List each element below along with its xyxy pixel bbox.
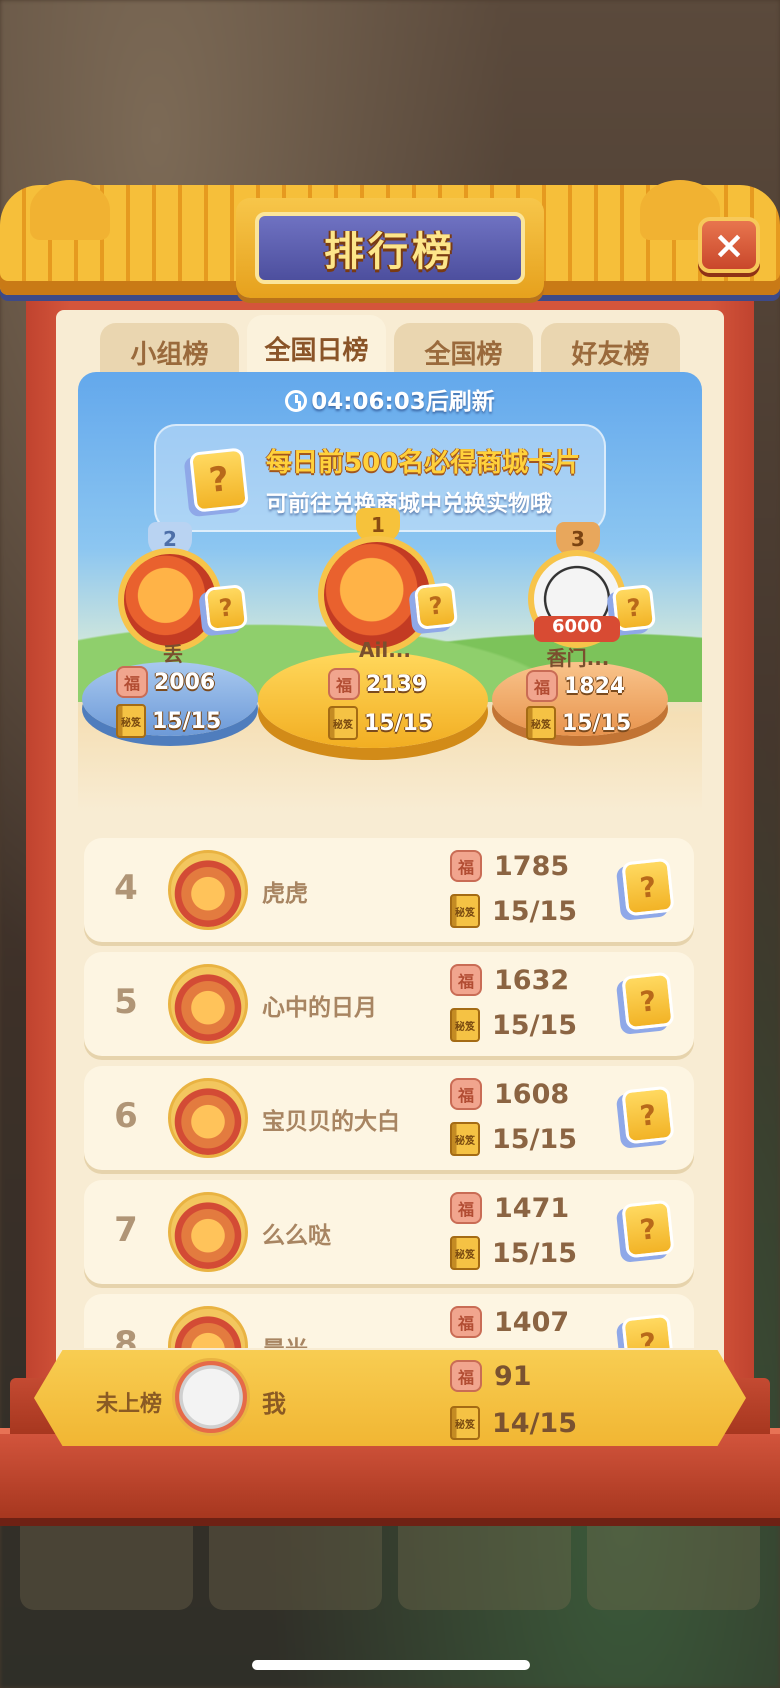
fu-score-icon: 福 bbox=[450, 1360, 482, 1392]
rank-number: 7 bbox=[114, 1210, 138, 1250]
score: 福 1632 bbox=[450, 964, 569, 996]
podium-card-icon-1: ? bbox=[413, 582, 459, 630]
podium-progress-3: 秘笈 15/15 bbox=[526, 706, 631, 740]
score: 福 1608 bbox=[450, 1078, 569, 1110]
mystery-card-icon[interactable]: ? bbox=[621, 1199, 675, 1259]
rank-number: 8 bbox=[114, 1324, 138, 1348]
mystery-card-icon: ? bbox=[189, 447, 249, 513]
book-icon: 秘笈 bbox=[450, 1008, 480, 1042]
list-item[interactable]: 7 么么哒 福 1471 秘笈 15/15 ? bbox=[84, 1180, 694, 1284]
promo-headline: 每日前500名必得商城卡片 bbox=[266, 448, 581, 478]
avatar[interactable] bbox=[168, 1078, 248, 1158]
progress: 秘笈 15/15 bbox=[450, 1236, 577, 1270]
my-score: 福 91 bbox=[450, 1360, 532, 1392]
fu-score-icon: 福 bbox=[450, 1306, 482, 1338]
podium-name-1: Ail... bbox=[359, 638, 411, 662]
avatar[interactable] bbox=[168, 850, 248, 930]
refresh-timer: 04:06:03后刷新 bbox=[78, 382, 702, 416]
podium-score-2: 福 2006 bbox=[116, 666, 215, 698]
book-icon: 秘笈 bbox=[526, 706, 556, 740]
my-rank-status: 未上榜 bbox=[96, 1392, 163, 1417]
mystery-card-icon[interactable]: ? bbox=[621, 1313, 675, 1348]
mystery-card-icon[interactable]: ? bbox=[621, 1085, 675, 1145]
player-name: 宝贝贝的大白 bbox=[262, 1109, 400, 1135]
home-indicator[interactable] bbox=[252, 1660, 530, 1670]
avatar[interactable] bbox=[168, 964, 248, 1044]
podium-score-3: 福 1824 bbox=[526, 670, 625, 702]
close-button[interactable]: × bbox=[698, 217, 760, 273]
title-plaque: 排行榜 bbox=[236, 198, 544, 298]
promo-subline: 可前往兑换商城中兑换实物哦 bbox=[266, 492, 553, 517]
fu-score-icon: 福 bbox=[328, 668, 360, 700]
fu-score-icon: 福 bbox=[450, 1192, 482, 1224]
rank-number: 4 bbox=[114, 868, 138, 908]
player-name: 虎虎 bbox=[262, 881, 308, 907]
podium-score-1: 福 2139 bbox=[328, 668, 427, 700]
my-avatar[interactable] bbox=[172, 1358, 250, 1436]
book-icon: 秘笈 bbox=[116, 704, 146, 738]
avatar[interactable] bbox=[168, 1306, 248, 1348]
book-icon: 秘笈 bbox=[328, 706, 358, 740]
tab-bar: 小组榜 全国日榜 全国榜 好友榜 bbox=[100, 315, 680, 381]
background-tiles bbox=[0, 1510, 780, 1610]
book-icon: 秘笈 bbox=[450, 894, 480, 928]
my-progress: 秘笈 14/15 bbox=[450, 1406, 577, 1440]
podium-progress-1: 秘笈 15/15 bbox=[328, 706, 433, 740]
mystery-card-icon[interactable]: ? bbox=[621, 857, 675, 917]
list-item[interactable]: 5 心中的日月 福 1632 秘笈 15/15 ? bbox=[84, 952, 694, 1056]
page-title: 排行榜 bbox=[255, 212, 525, 284]
fu-score-icon: 福 bbox=[526, 670, 558, 702]
podium-card-icon-2: ? bbox=[203, 584, 249, 632]
player-name: 么么哒 bbox=[262, 1223, 331, 1249]
book-icon: 秘笈 bbox=[450, 1406, 480, 1440]
list-item[interactable]: 6 宝贝贝的大白 福 1608 秘笈 15/15 ? bbox=[84, 1066, 694, 1170]
my-name: 我 bbox=[262, 1390, 286, 1418]
roof-ornament-left bbox=[30, 180, 110, 240]
podium-badge-3: 6000 bbox=[534, 616, 620, 642]
player-name: 晨光 bbox=[262, 1330, 308, 1348]
player-name: 心中的日月 bbox=[262, 995, 377, 1021]
book-icon: 秘笈 bbox=[450, 1236, 480, 1270]
close-icon: × bbox=[713, 223, 745, 267]
list-item[interactable]: 4 虎虎 福 1785 秘笈 15/15 ? bbox=[84, 838, 694, 942]
list-item[interactable]: 8 晨光 福1407 ? bbox=[84, 1294, 694, 1348]
fu-score-icon: 福 bbox=[450, 964, 482, 996]
progress: 秘笈 15/15 bbox=[450, 1122, 577, 1156]
clock-icon bbox=[285, 390, 308, 412]
podium-panel: 04:06:03后刷新 ? 每日前500名必得商城卡片 可前往兑换商城中兑换实物… bbox=[78, 372, 702, 812]
rank-number: 5 bbox=[114, 982, 138, 1022]
score: 福 1407 bbox=[450, 1306, 569, 1338]
progress: 秘笈 15/15 bbox=[450, 894, 577, 928]
refresh-text: 04:06:03后刷新 bbox=[311, 389, 495, 415]
rank-number: 6 bbox=[114, 1096, 138, 1136]
fu-score-icon: 福 bbox=[116, 666, 148, 698]
fu-score-icon: 福 bbox=[450, 1078, 482, 1110]
score: 福 1785 bbox=[450, 850, 569, 882]
fu-score-icon: 福 bbox=[450, 850, 482, 882]
ranking-list[interactable]: 4 虎虎 福 1785 秘笈 15/15 ? 5 心中的日月 福 1632 秘笈 15/… bbox=[84, 838, 694, 1348]
progress: 秘笈 15/15 bbox=[450, 1008, 577, 1042]
podium-name-2: 丢 bbox=[163, 642, 183, 666]
book-icon: 秘笈 bbox=[450, 1122, 480, 1156]
avatar[interactable] bbox=[168, 1192, 248, 1272]
score: 福 1471 bbox=[450, 1192, 569, 1224]
podium-progress-2: 秘笈 15/15 bbox=[116, 704, 221, 738]
mystery-card-icon[interactable]: ? bbox=[621, 971, 675, 1031]
podium-name-3: 香门... bbox=[546, 646, 610, 670]
